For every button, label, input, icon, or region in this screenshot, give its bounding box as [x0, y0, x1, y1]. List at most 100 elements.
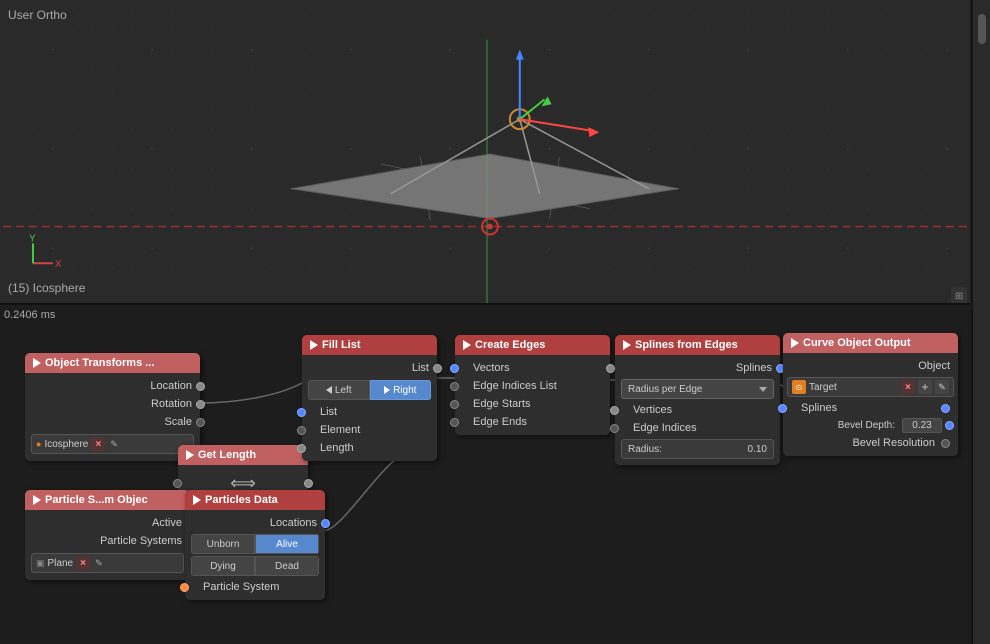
- create-edges-vectors-socket: [450, 364, 459, 373]
- object-label: (15) Icosphere: [8, 281, 85, 295]
- fill-list-toggle-group[interactable]: Left Right: [308, 380, 431, 400]
- particles-dying-button[interactable]: Dying: [191, 556, 255, 576]
- splines-vertices-socket: [610, 406, 619, 415]
- fill-list-list-socket: [297, 408, 306, 417]
- node-particles-data-header: Particles Data: [185, 490, 325, 510]
- bevel-depth-label: Bevel Depth:: [787, 420, 899, 431]
- node-object-transforms: Object Transforms ... Location Rotation …: [25, 353, 200, 461]
- node-editor: 0.2406 ms Object Transforms ... Location: [0, 305, 970, 644]
- splines-dropdown[interactable]: Radius per Edge: [621, 379, 774, 399]
- rotation-label: Rotation: [151, 398, 192, 410]
- curve-splines-row: Splines: [783, 399, 958, 417]
- particle-sys-active-label: Active: [152, 517, 182, 529]
- node-create-edges-header: Create Edges: [455, 335, 610, 355]
- fill-list-row-list: List: [302, 403, 437, 421]
- node-object-transforms-header: Object Transforms ...: [25, 353, 200, 373]
- node-particles-data: Particles Data Locations Unborn Alive Dy…: [185, 490, 325, 600]
- node-particle-sys-collapse-icon[interactable]: [33, 495, 41, 505]
- right-scrollbar[interactable]: [972, 0, 990, 644]
- plane-remove-button[interactable]: ×: [76, 556, 90, 570]
- svg-text:X: X: [55, 259, 62, 270]
- icosphere-edit-icon[interactable]: ✎: [110, 439, 118, 450]
- node-particle-sys-header: Particle S...m Objec: [25, 490, 190, 510]
- node-particles-data-title: Particles Data: [205, 494, 278, 506]
- toggle-left-button[interactable]: Left: [308, 380, 370, 400]
- splines-edge-indices-socket: [610, 424, 619, 433]
- particles-data-locations-socket: [321, 519, 330, 528]
- splines-vertices-row: Vertices: [615, 401, 780, 419]
- scrollbar-thumb[interactable]: [978, 14, 986, 44]
- node-create-edges-title: Create Edges: [475, 339, 545, 351]
- splines-radius-field[interactable]: Radius: 0.10: [621, 439, 774, 459]
- curve-splines-socket: [778, 404, 787, 413]
- viewport-3d[interactable]: X Y ⊞ User Ortho (15) Icosphere: [0, 0, 970, 305]
- plane-edit-icon[interactable]: ✎: [95, 558, 103, 569]
- location-label: Location: [150, 380, 192, 392]
- particles-dying-dead-group[interactable]: Dying Dead: [191, 556, 319, 576]
- toggle-right-button[interactable]: Right: [370, 380, 432, 400]
- create-edges-starts-socket: [450, 400, 459, 409]
- create-edges-ends-socket: [450, 418, 459, 427]
- plane-pill[interactable]: ▣ Plane × ✎: [31, 553, 184, 573]
- create-edges-starts: Edge Starts: [455, 395, 610, 413]
- node-curve-output-collapse-icon[interactable]: [791, 338, 799, 348]
- node-fill-list: Fill List List Left Right List: [302, 335, 437, 461]
- node-collapse-icon[interactable]: [33, 358, 41, 368]
- fill-list-list-label: List: [320, 406, 337, 418]
- curve-target-eye-button[interactable]: ✎: [935, 380, 949, 394]
- fill-list-length-socket: [297, 444, 306, 453]
- svg-text:⊞: ⊞: [955, 291, 963, 302]
- scale-label: Scale: [164, 416, 192, 428]
- curve-output-object-row: Object: [783, 357, 958, 375]
- node-fill-list-collapse-icon[interactable]: [310, 340, 318, 350]
- arrow-left-icon: [326, 386, 332, 394]
- node-create-edges-collapse-icon[interactable]: [463, 340, 471, 350]
- node-get-length-collapse-icon[interactable]: [186, 450, 194, 460]
- splines-dropdown-arrow: [759, 387, 767, 392]
- splines-radius-value: 0.10: [748, 444, 767, 455]
- node-splines-from-edges: Splines from Edges Splines Radius per Ed…: [615, 335, 780, 465]
- curve-target-name: Target: [809, 382, 898, 393]
- splines-output-label: Splines: [736, 362, 772, 374]
- splines-output-row: Splines: [615, 359, 780, 377]
- fill-list-length-label: Length: [320, 442, 354, 454]
- particles-data-locations-row: Locations: [185, 514, 325, 532]
- get-length-output-socket: [304, 479, 313, 488]
- create-edges-vectors-label: Vectors: [473, 362, 510, 374]
- bevel-depth-row: Bevel Depth: 0.23: [783, 417, 958, 434]
- bevel-resolution-label: Bevel Resolution: [795, 437, 935, 449]
- node-fill-list-output: List: [302, 359, 437, 377]
- node-get-length-title: Get Length: [198, 449, 256, 461]
- curve-target-field[interactable]: ⊙ Target × + ✎: [787, 377, 954, 397]
- node-particles-data-collapse-icon[interactable]: [193, 495, 201, 505]
- create-edges-edge-indices: Edge Indices List: [455, 377, 610, 395]
- curve-output-object-label: Object: [918, 360, 950, 372]
- arrow-right-icon: [384, 386, 390, 394]
- splines-dropdown-label: Radius per Edge: [628, 384, 703, 395]
- node-fill-list-title: Fill List: [322, 339, 361, 351]
- plane-name: Plane: [48, 558, 74, 569]
- node-splines-edges-collapse-icon[interactable]: [623, 340, 631, 350]
- node-row-scale: Scale: [25, 413, 200, 431]
- particle-system-socket: [180, 583, 189, 592]
- create-edges-output-socket: [606, 364, 615, 373]
- particle-system-label: Particle System: [203, 581, 279, 593]
- curve-target-add-button[interactable]: +: [918, 380, 932, 394]
- bevel-depth-socket: [945, 421, 954, 430]
- node-splines-edges-title: Splines from Edges: [635, 339, 738, 351]
- location-output-socket: [196, 382, 205, 391]
- curve-target-remove-button[interactable]: ×: [901, 380, 915, 394]
- particles-alive-button[interactable]: Alive: [255, 534, 319, 554]
- node-get-length-header: Get Length: [178, 445, 308, 465]
- node-row-location: Location: [25, 377, 200, 395]
- icosphere-pill[interactable]: ● Icosphere × ✎: [31, 434, 194, 454]
- viewport-label: User Ortho: [8, 8, 67, 22]
- particles-dead-button[interactable]: Dead: [255, 556, 319, 576]
- node-curve-output-title: Curve Object Output: [803, 337, 911, 349]
- node-particle-system-object: Particle S...m Objec Active Particle Sys…: [25, 490, 190, 580]
- get-length-input-socket: [173, 479, 182, 488]
- particles-unborn-alive-group[interactable]: Unborn Alive: [191, 534, 319, 554]
- particles-unborn-button[interactable]: Unborn: [191, 534, 255, 554]
- icosphere-remove-button[interactable]: ×: [91, 437, 105, 451]
- node-splines-edges-header: Splines from Edges: [615, 335, 780, 355]
